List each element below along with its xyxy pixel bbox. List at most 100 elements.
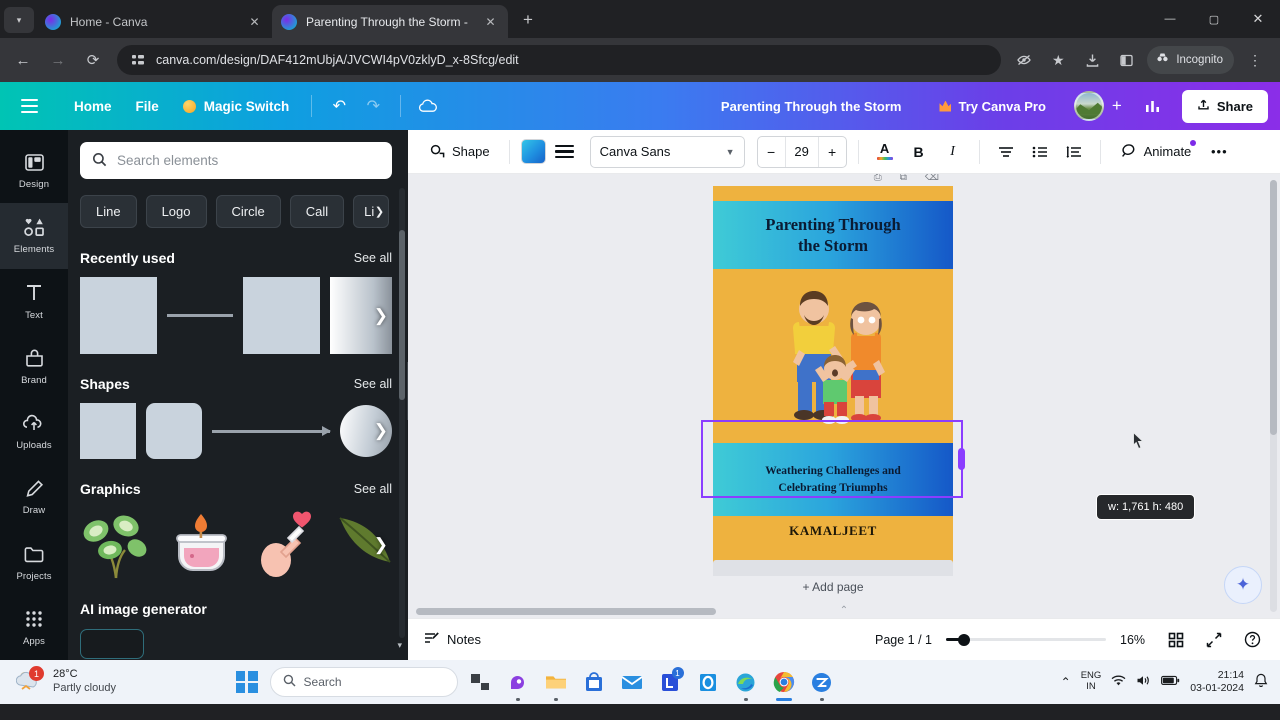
cover-title-band[interactable]: Parenting Through the Storm bbox=[713, 201, 953, 269]
graphic-leaf[interactable] bbox=[335, 508, 408, 581]
ai-assistant-button[interactable]: ✦ bbox=[1224, 566, 1262, 604]
add-collaborator-button[interactable]: + bbox=[1112, 96, 1122, 116]
text-color-icon[interactable]: A bbox=[870, 137, 900, 167]
sidebar-item-elements[interactable]: Elements bbox=[0, 203, 68, 269]
see-all-link[interactable]: See all bbox=[354, 482, 392, 496]
cloud-save-icon[interactable] bbox=[411, 89, 445, 123]
volume-icon[interactable] bbox=[1136, 674, 1151, 690]
chip-line[interactable]: Line bbox=[80, 195, 137, 228]
line-spacing-icon[interactable] bbox=[1059, 137, 1089, 167]
battery-icon[interactable] bbox=[1161, 675, 1180, 689]
zoom-icon[interactable] bbox=[806, 666, 838, 701]
fullscreen-icon[interactable] bbox=[1202, 628, 1226, 652]
shape-arrow[interactable] bbox=[212, 425, 331, 436]
zoom-knob[interactable] bbox=[958, 633, 970, 646]
book-cover[interactable]: Parenting Through the Storm Weathering C… bbox=[713, 186, 953, 568]
close-icon[interactable]: ✕ bbox=[482, 13, 499, 30]
browser-menu-icon[interactable]: ⋮ bbox=[1241, 46, 1269, 74]
more-options-icon[interactable]: ••• bbox=[1204, 137, 1234, 167]
mail-icon[interactable] bbox=[616, 666, 648, 698]
bullet-list-icon[interactable] bbox=[1025, 137, 1055, 167]
canvas-scrollbar-horizontal[interactable] bbox=[416, 608, 716, 615]
element-thumb-square[interactable] bbox=[80, 277, 157, 354]
chip-logo[interactable]: Logo bbox=[145, 195, 207, 228]
minimize-button[interactable]: — bbox=[1148, 4, 1192, 34]
zoom-slider[interactable] bbox=[946, 633, 1106, 647]
back-icon[interactable]: ← bbox=[8, 45, 38, 75]
notes-button[interactable]: Notes bbox=[424, 631, 481, 648]
chevron-down-icon[interactable]: ▾ bbox=[397, 640, 402, 651]
task-view-icon[interactable] bbox=[464, 666, 496, 698]
undo-icon[interactable]: ↶ bbox=[322, 89, 356, 123]
magic-switch-button[interactable]: Magic Switch bbox=[171, 93, 302, 120]
start-button[interactable] bbox=[235, 671, 258, 693]
microsoft-store-icon[interactable] bbox=[578, 666, 610, 698]
ai-image-generator-card[interactable] bbox=[80, 629, 144, 659]
file-explorer-icon[interactable] bbox=[540, 666, 572, 701]
wifi-icon[interactable] bbox=[1111, 674, 1126, 690]
language-indicator[interactable]: ENG IN bbox=[1081, 670, 1102, 693]
animate-button[interactable]: Animate bbox=[1112, 136, 1201, 168]
element-thumb-square[interactable] bbox=[243, 277, 320, 354]
document-title[interactable]: Parenting Through the Storm bbox=[721, 99, 902, 114]
sidebar-item-uploads[interactable]: Uploads bbox=[0, 399, 68, 464]
italic-button[interactable]: I bbox=[938, 137, 968, 167]
cover-author[interactable]: KAMALJEET bbox=[713, 523, 953, 539]
font-size-increase[interactable]: + bbox=[819, 137, 846, 167]
graphic-candle-bowl[interactable] bbox=[165, 508, 238, 581]
page-tool-icon[interactable]: ⌫ bbox=[925, 174, 939, 183]
office-loop-icon[interactable]: 1 bbox=[654, 666, 686, 698]
font-family-select[interactable]: Canva Sans ▼ bbox=[589, 135, 745, 168]
edge-icon[interactable] bbox=[730, 666, 762, 701]
browser-tab-design[interactable]: Parenting Through the Storm - ✕ bbox=[272, 5, 508, 38]
eye-off-icon[interactable] bbox=[1010, 46, 1038, 74]
sidebar-item-projects[interactable]: Projects bbox=[0, 530, 68, 595]
weather-widget[interactable]: 1 28°C Partly cloudy bbox=[8, 666, 124, 696]
try-canva-pro-button[interactable]: Try Canva Pro bbox=[929, 93, 1055, 120]
home-menu-button[interactable]: Home bbox=[62, 93, 124, 120]
graphic-plant[interactable] bbox=[80, 508, 153, 581]
chevron-right-icon[interactable]: ❯ bbox=[374, 535, 388, 555]
hamburger-menu-icon[interactable] bbox=[12, 89, 46, 123]
help-icon[interactable] bbox=[1240, 628, 1264, 652]
file-menu-button[interactable]: File bbox=[124, 93, 171, 120]
font-size-decrease[interactable]: − bbox=[758, 137, 785, 167]
fill-color-swatch[interactable] bbox=[520, 139, 546, 164]
incognito-indicator[interactable]: Incognito bbox=[1147, 46, 1234, 74]
panel-collapse-handle[interactable]: ❮ bbox=[407, 362, 408, 420]
taskbar-search[interactable]: Search bbox=[269, 667, 458, 697]
sidebar-item-brand[interactable]: Brand bbox=[0, 334, 68, 399]
design-page[interactable]: ⎙ ⧉ ⌫ Parenting Through the Storm Weathe… bbox=[701, 174, 965, 568]
browser-tab-home[interactable]: Home - Canva ✕ bbox=[36, 5, 272, 38]
see-all-link[interactable]: See all bbox=[354, 377, 392, 391]
sidebar-item-text[interactable]: Text bbox=[0, 269, 68, 334]
notification-bell-icon[interactable] bbox=[1254, 673, 1268, 691]
blue-app-icon[interactable] bbox=[692, 666, 724, 698]
site-settings-icon[interactable] bbox=[130, 52, 146, 68]
canvas-area[interactable]: ⎙ ⧉ ⌫ Parenting Through the Storm Weathe… bbox=[408, 174, 1280, 618]
forward-icon[interactable]: → bbox=[43, 45, 73, 75]
grid-view-icon[interactable] bbox=[1164, 628, 1188, 652]
shape-button[interactable]: Shape bbox=[422, 136, 498, 168]
panel-scrollbar-thumb[interactable] bbox=[399, 230, 405, 400]
family-illustration[interactable] bbox=[769, 284, 897, 430]
cover-subtitle-band[interactable]: Weathering Challenges and Celebrating Tri… bbox=[713, 443, 953, 516]
align-icon[interactable] bbox=[991, 137, 1021, 167]
chip-li[interactable]: Li ❯ bbox=[353, 195, 390, 228]
tab-search-chevron-icon[interactable]: ▾ bbox=[4, 7, 34, 33]
share-button[interactable]: Share bbox=[1181, 89, 1268, 123]
element-thumb-line[interactable] bbox=[167, 314, 233, 317]
download-icon[interactable] bbox=[1078, 46, 1106, 74]
resize-handle-right[interactable] bbox=[958, 448, 965, 470]
search-elements-box[interactable] bbox=[80, 142, 392, 179]
graphic-finger-heart[interactable] bbox=[250, 508, 323, 581]
chrome-icon[interactable] bbox=[768, 666, 800, 701]
new-tab-button[interactable]: + bbox=[514, 6, 542, 34]
page-tool-icon[interactable]: ⧉ bbox=[900, 174, 907, 183]
address-bar[interactable]: canva.com/design/DAF412mUbjA/JVCWI4pV0zk… bbox=[117, 45, 1002, 75]
tray-chevron-up-icon[interactable]: ⌃ bbox=[1061, 675, 1071, 689]
sidebar-item-apps[interactable]: Apps bbox=[0, 595, 68, 660]
close-icon[interactable]: ✕ bbox=[246, 13, 263, 30]
text-lines-icon[interactable] bbox=[550, 137, 580, 167]
close-window-button[interactable]: ✕ bbox=[1236, 4, 1280, 34]
